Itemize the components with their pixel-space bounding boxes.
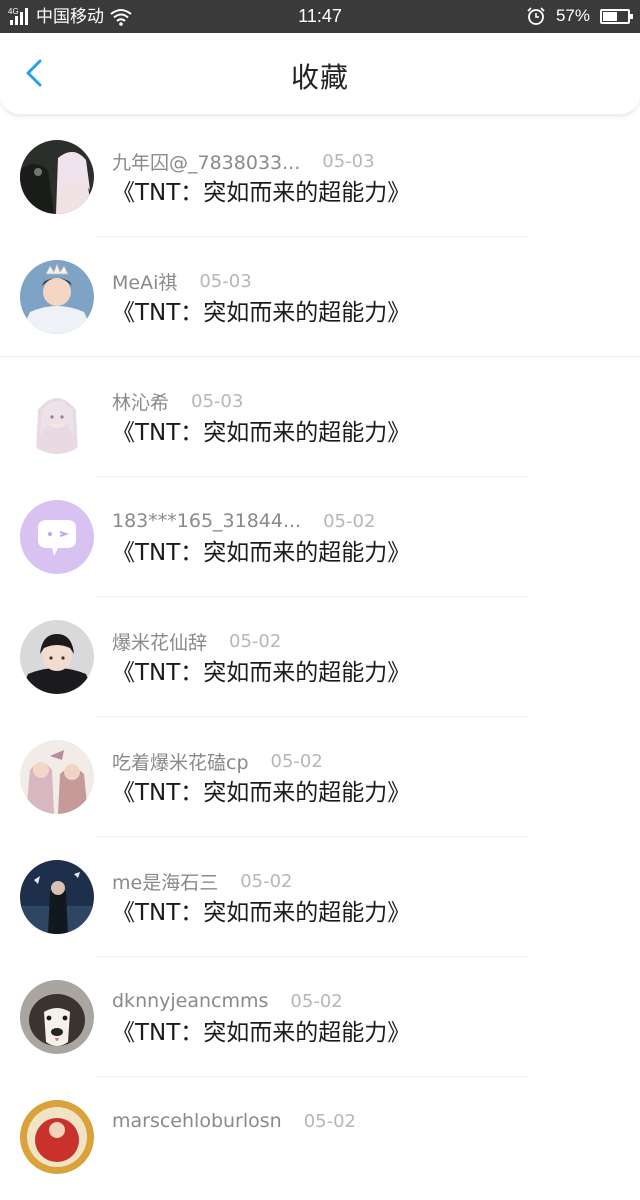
list-item[interactable]: 爆米花仙辞 05-02 《TNT：突如而来的超能力》 — [0, 600, 640, 720]
book-title[interactable]: 《TNT：突如而来的超能力》 — [112, 298, 410, 328]
divider — [96, 956, 528, 957]
avatar[interactable] — [20, 1100, 94, 1174]
item-meta: 爆米花仙辞 05-02 — [112, 628, 281, 654]
list-item[interactable]: 林沁希 05-03 《TNT：突如而来的超能力》 — [0, 360, 640, 480]
username[interactable]: 爆米花仙辞 — [112, 628, 207, 655]
list-item[interactable]: marscehloburlosn 05-02 — [0, 1080, 640, 1200]
status-right: 57% — [526, 5, 633, 27]
date-label: 05-02 — [270, 750, 323, 772]
list-item[interactable]: dknnyjeancmms 05-02 《TNT：突如而来的超能力》 — [0, 960, 640, 1080]
avatar[interactable] — [20, 260, 94, 334]
date-label: 05-02 — [229, 630, 282, 652]
username[interactable]: dknnyjeancmms — [112, 990, 268, 1012]
avatar[interactable] — [20, 860, 94, 934]
book-title[interactable]: 《TNT：突如而来的超能力》 — [112, 178, 410, 208]
username[interactable]: 183***165_31844... — [112, 510, 301, 532]
item-meta: MeAi祺 05-03 — [112, 268, 252, 294]
date-label: 05-03 — [191, 390, 244, 412]
divider — [96, 236, 528, 237]
item-meta: 九年囚@_7838033... 05-03 — [112, 148, 375, 174]
divider — [96, 596, 528, 597]
username[interactable]: marscehloburlosn — [112, 1110, 282, 1132]
divider — [96, 1076, 528, 1077]
date-label: 05-03 — [199, 270, 252, 292]
item-meta: marscehloburlosn 05-02 — [112, 1108, 356, 1134]
book-title[interactable]: 《TNT：突如而来的超能力》 — [112, 658, 410, 688]
item-meta: 183***165_31844... 05-02 — [112, 508, 375, 534]
divider — [96, 836, 528, 837]
date-label: 05-02 — [290, 990, 343, 1012]
list-item[interactable]: 吃着爆米花磕cp 05-02 《TNT：突如而来的超能力》 — [0, 720, 640, 840]
list-item[interactable]: 183***165_31844... 05-02 《TNT：突如而来的超能力》 — [0, 480, 640, 600]
avatar[interactable] — [20, 140, 94, 214]
alarm-icon — [527, 7, 545, 25]
username[interactable]: 林沁希 — [112, 388, 169, 415]
username[interactable]: 吃着爆米花磕cp — [112, 748, 249, 775]
book-title[interactable]: 《TNT：突如而来的超能力》 — [112, 778, 410, 808]
chat-bubble-icon — [20, 500, 94, 574]
item-meta: dknnyjeancmms 05-02 — [112, 988, 343, 1014]
status-bar: 4G 中国移动 11:47 57% — [0, 0, 640, 33]
item-meta: me是海石三 05-02 — [112, 868, 293, 894]
book-title[interactable]: 《TNT：突如而来的超能力》 — [112, 538, 410, 568]
date-label: 05-02 — [323, 510, 376, 532]
list-item[interactable]: me是海石三 05-02 《TNT：突如而来的超能力》 — [0, 840, 640, 960]
nav-bar: 收藏 — [0, 33, 640, 115]
avatar[interactable] — [20, 380, 94, 454]
favorites-list: 九年囚@_7838033... 05-03 《TNT：突如而来的超能力》 MeA… — [0, 120, 640, 1200]
date-label: 05-02 — [240, 870, 293, 892]
username[interactable]: 九年囚@_7838033... — [112, 148, 300, 175]
username[interactable]: MeAi祺 — [112, 268, 177, 295]
item-meta: 吃着爆米花磕cp 05-02 — [112, 748, 323, 774]
divider — [96, 716, 528, 717]
item-meta: 林沁希 05-03 — [112, 388, 243, 414]
avatar[interactable] — [20, 500, 94, 574]
divider — [0, 356, 640, 357]
avatar[interactable] — [20, 980, 94, 1054]
battery-percent: 57% — [555, 6, 590, 25]
book-title[interactable]: 《TNT：突如而来的超能力》 — [112, 1018, 410, 1048]
date-label: 05-02 — [303, 1110, 357, 1132]
list-item[interactable]: 九年囚@_7838033... 05-03 《TNT：突如而来的超能力》 — [0, 120, 640, 240]
date-label: 05-03 — [322, 150, 375, 172]
list-item[interactable]: MeAi祺 05-03 《TNT：突如而来的超能力》 — [0, 240, 640, 360]
divider — [96, 476, 528, 477]
avatar[interactable] — [20, 740, 94, 814]
book-title[interactable]: 《TNT：突如而来的超能力》 — [112, 418, 410, 448]
avatar[interactable] — [20, 620, 94, 694]
book-title[interactable]: 《TNT：突如而来的超能力》 — [112, 898, 410, 928]
battery-icon — [600, 8, 633, 24]
page-title: 收藏 — [290, 61, 349, 94]
username[interactable]: me是海石三 — [112, 868, 218, 895]
